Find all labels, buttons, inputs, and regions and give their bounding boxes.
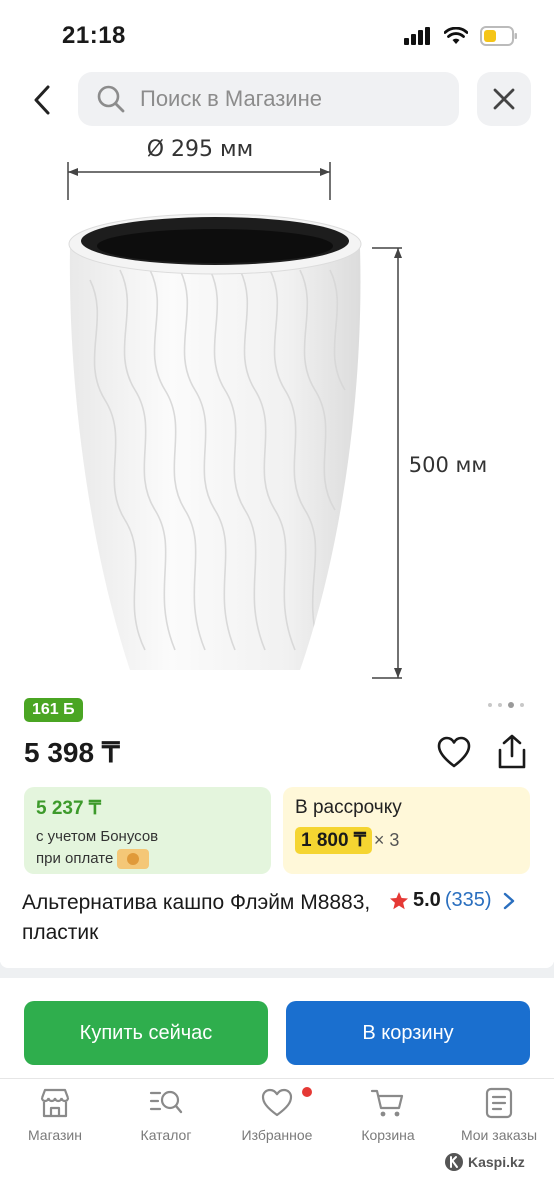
product-image-gallery[interactable]: Ø 295 мм 500 мм <box>20 130 534 690</box>
installment-row: 1 800 ₸ × 3 <box>295 827 518 854</box>
kaspi-brand: Kaspi.kz <box>444 1152 525 1172</box>
search-icon <box>97 85 125 113</box>
status-icons <box>404 26 518 46</box>
share-button[interactable] <box>494 733 530 771</box>
cart-icon <box>370 1089 404 1117</box>
back-button[interactable] <box>26 82 58 118</box>
pagination-dot <box>520 703 524 707</box>
add-to-cart-button[interactable]: В корзину <box>286 1001 530 1065</box>
bottom-tab-bar: Магазин Каталог Избранное Корзина Мои за… <box>0 1078 554 1200</box>
installment-card[interactable]: В рассрочку 1 800 ₸ × 3 <box>283 787 530 874</box>
product-price: 5 398 ₸ <box>24 737 120 768</box>
wifi-icon <box>444 27 468 44</box>
pagination-dot <box>488 703 492 707</box>
search-input[interactable] <box>140 86 430 112</box>
image-pagination-dots <box>488 702 524 708</box>
rating-value: 5.0 <box>413 889 441 911</box>
status-time: 21:18 <box>62 22 126 49</box>
pagination-dot-active <box>508 702 514 708</box>
bonus-note-line2-row: при оплате <box>36 848 259 870</box>
tab-favorites[interactable]: Избранное <box>222 1087 332 1143</box>
status-bar: 21:18 <box>0 0 554 70</box>
bonus-note: с учетом Бонусов при оплате <box>36 826 259 870</box>
bonus-note-line1: с учетом Бонусов <box>36 828 159 845</box>
tab-catalog[interactable]: Каталог <box>111 1087 221 1143</box>
brand-label: Kaspi.kz <box>468 1154 525 1170</box>
tab-label: Корзина <box>361 1127 415 1143</box>
tab-label: Каталог <box>140 1127 192 1143</box>
buy-now-button[interactable]: Купить сейчас <box>24 1001 268 1065</box>
tab-label: Магазин <box>27 1127 82 1143</box>
section-separator-cap <box>0 960 554 968</box>
bonus-price-card[interactable]: 5 237 ₸ с учетом Бонусов при оплате <box>24 787 271 874</box>
tab-store[interactable]: Магазин <box>0 1087 110 1143</box>
star-icon <box>390 891 408 909</box>
tab-label: Избранное <box>241 1127 313 1143</box>
close-icon <box>493 88 515 110</box>
share-icon <box>498 734 526 769</box>
chevron-right-icon <box>503 892 514 909</box>
diameter-label: Ø 295 мм <box>147 137 254 162</box>
notification-dot <box>302 1087 312 1097</box>
installment-multiplier: × 3 <box>373 830 400 850</box>
height-label: 500 мм <box>409 453 487 477</box>
bonus-price: 5 237 ₸ <box>36 798 101 819</box>
search-box[interactable] <box>78 72 459 126</box>
kaspi-card-icon <box>117 849 150 870</box>
clear-search-button[interactable] <box>477 72 531 126</box>
tab-cart[interactable]: Корзина <box>333 1087 443 1143</box>
installment-amount: 1 800 ₸ <box>295 827 372 854</box>
battery-icon <box>480 26 517 46</box>
kaspi-logo-icon <box>445 1153 463 1171</box>
catalog-search-icon <box>149 1090 183 1114</box>
product-photo: Ø 295 мм 500 мм <box>67 137 487 679</box>
heart-icon <box>261 1088 293 1117</box>
add-to-favorites-button[interactable] <box>436 735 472 771</box>
search-row <box>0 72 554 128</box>
installment-title: В рассрочку <box>295 797 402 818</box>
cellular-signal-icon <box>404 27 430 45</box>
tab-label: Мои заказы <box>460 1127 538 1143</box>
heart-icon <box>437 736 471 768</box>
store-icon <box>40 1088 70 1118</box>
rating-link[interactable]: 5.0 (335) <box>389 889 516 912</box>
tab-orders[interactable]: Мои заказы <box>444 1087 554 1143</box>
rating-count: (335) <box>444 889 492 911</box>
chevron-left-icon <box>34 85 50 115</box>
product-title: Альтернатива кашпо Флэйм М8883, пластик <box>22 891 371 944</box>
orders-icon <box>485 1087 513 1119</box>
bonus-note-line2: при оплате <box>36 850 114 867</box>
pagination-dot <box>498 703 502 707</box>
bonus-points-badge: 161 Б <box>24 698 83 722</box>
